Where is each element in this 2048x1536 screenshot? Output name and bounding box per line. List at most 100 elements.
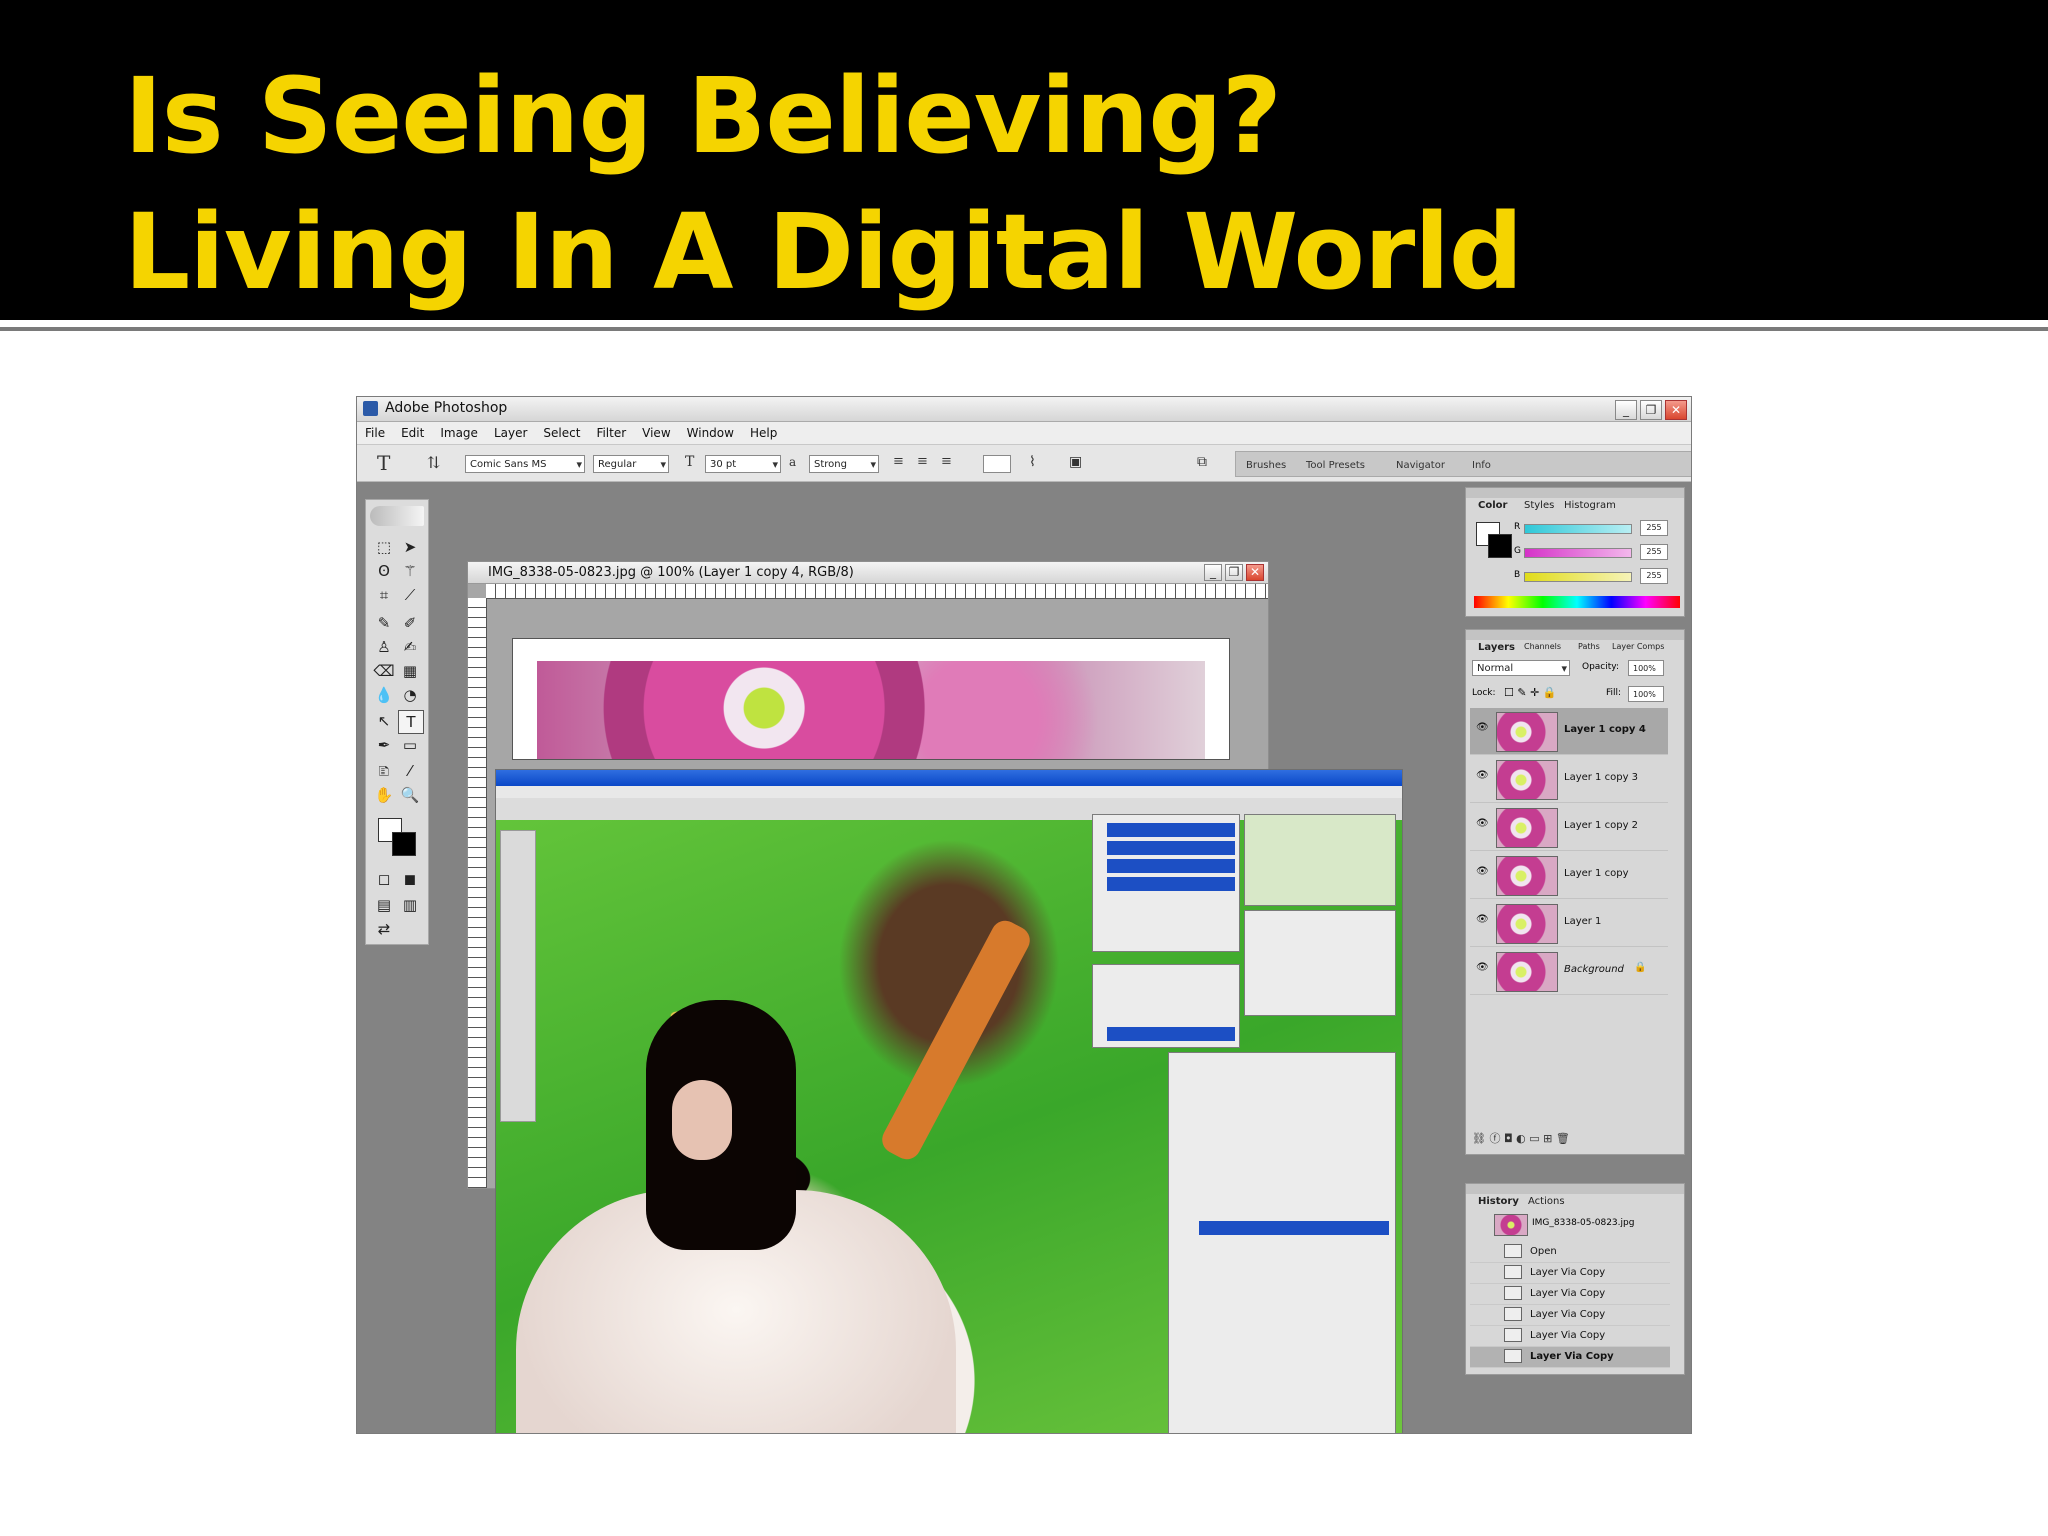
eraser-tool-icon[interactable]: ⌫ <box>372 660 396 682</box>
channel-g-slider[interactable] <box>1524 548 1632 558</box>
zoom-tool-icon[interactable]: 🔍 <box>398 784 422 806</box>
blur-tool-icon[interactable]: 💧 <box>372 684 396 706</box>
hand-tool-icon[interactable]: ✋ <box>372 784 396 806</box>
lasso-tool-icon[interactable]: ʘ <box>372 560 396 582</box>
text-color-swatch[interactable] <box>983 455 1011 473</box>
full-screen-mode-icon[interactable]: ▥ <box>398 894 422 916</box>
menu-select[interactable]: Select <box>543 426 580 440</box>
palettes-toggle-icon[interactable]: ▣ <box>1069 454 1082 470</box>
tab-history[interactable]: History <box>1478 1196 1519 1207</box>
blend-mode-select[interactable]: Normal <box>1472 660 1570 677</box>
tab-channels[interactable]: Channels <box>1524 642 1561 651</box>
well-tab-navigator[interactable]: Navigator <box>1396 460 1445 471</box>
layer-row[interactable]: 👁 Layer 1 copy 3 <box>1470 756 1668 803</box>
antialias-select[interactable]: Strong <box>809 455 879 474</box>
eye-icon[interactable]: 👁 <box>1476 962 1489 973</box>
align-left-icon[interactable]: ≡ <box>893 454 904 469</box>
opacity-field[interactable]: 100% <box>1628 660 1664 676</box>
eye-icon[interactable]: 👁 <box>1476 866 1489 877</box>
lock-icons[interactable]: ☐ ✎ ✛ 🔒 <box>1504 686 1556 699</box>
eye-icon[interactable]: 👁 <box>1476 770 1489 781</box>
marquee-tool-icon[interactable]: ⬚ <box>372 536 396 558</box>
fill-field[interactable]: 100% <box>1628 686 1664 702</box>
channel-b-value[interactable]: 255 <box>1640 568 1668 584</box>
eye-icon[interactable]: 👁 <box>1476 722 1489 733</box>
warp-text-icon[interactable]: ⌇ <box>1029 454 1036 470</box>
menu-help[interactable]: Help <box>750 426 777 440</box>
shape-tool-icon[interactable]: ▭ <box>398 734 422 756</box>
eye-icon[interactable]: 👁 <box>1476 914 1489 925</box>
history-step[interactable]: Layer Via Copy <box>1470 1284 1670 1305</box>
tab-styles[interactable]: Styles <box>1524 500 1554 511</box>
dodge-tool-icon[interactable]: ◔ <box>398 684 422 706</box>
doc-minimize-button[interactable]: _ <box>1204 564 1222 581</box>
background-color-swatch[interactable] <box>392 832 416 856</box>
eye-icon[interactable]: 👁 <box>1476 818 1489 829</box>
type-tool-icon[interactable]: T <box>377 451 390 475</box>
well-tab-tool-presets[interactable]: Tool Presets <box>1306 460 1365 471</box>
quick-mask-mode-icon[interactable]: ◼ <box>398 868 422 890</box>
restore-button[interactable]: ❐ <box>1640 400 1662 420</box>
channel-r-value[interactable]: 255 <box>1640 520 1668 536</box>
healing-brush-tool-icon[interactable]: ✎ <box>372 612 396 634</box>
notes-tool-icon[interactable]: 🗈 <box>372 760 396 782</box>
text-orientation-icon[interactable]: ⇅ <box>427 453 440 472</box>
gradient-tool-icon[interactable]: ▦ <box>398 660 422 682</box>
tab-layers[interactable]: Layers <box>1478 642 1515 653</box>
history-step[interactable]: Layer Via Copy <box>1470 1326 1670 1347</box>
slice-tool-icon[interactable]: ⟋ <box>398 584 422 606</box>
doc-restore-button[interactable]: ❐ <box>1225 564 1243 581</box>
channel-b-slider[interactable] <box>1524 572 1632 582</box>
layer-row[interactable]: 👁 Layer 1 copy 2 <box>1470 804 1668 851</box>
clone-stamp-tool-icon[interactable]: ♙ <box>372 636 396 658</box>
font-style-select[interactable]: Regular <box>593 455 669 474</box>
crop-tool-icon[interactable]: ⌗ <box>372 584 396 606</box>
tab-layer-comps[interactable]: Layer Comps <box>1612 642 1664 651</box>
document-canvas[interactable] <box>512 638 1230 760</box>
layer-row[interactable]: 👁 Layer 1 copy 4 <box>1470 708 1668 755</box>
standard-mode-icon[interactable]: ◻ <box>372 868 396 890</box>
channel-g-value[interactable]: 255 <box>1640 544 1668 560</box>
brush-tool-icon[interactable]: ✐ <box>398 612 422 634</box>
pen-tool-icon[interactable]: ✒ <box>372 734 396 756</box>
font-family-select[interactable]: Comic Sans MS <box>465 455 585 474</box>
layer-row[interactable]: 👁 Layer 1 copy <box>1470 852 1668 899</box>
history-step[interactable]: Layer Via Copy <box>1470 1263 1670 1284</box>
menu-view[interactable]: View <box>642 426 670 440</box>
layers-footer-icons[interactable]: ⛓ ⓕ ◘ ◐ ▭ ⊞ 🗑 <box>1472 1130 1678 1148</box>
path-selection-tool-icon[interactable]: ↖ <box>372 710 396 732</box>
history-step[interactable]: Open <box>1470 1242 1670 1263</box>
layer-row[interactable]: 👁 Background 🔒 <box>1470 948 1668 995</box>
menu-filter[interactable]: Filter <box>596 426 626 440</box>
well-tab-info[interactable]: Info <box>1472 460 1491 471</box>
jump-to-imageready-icon[interactable]: ⇄ <box>372 918 396 940</box>
file-browser-icon[interactable]: ⧉ <box>1197 454 1207 470</box>
history-brush-tool-icon[interactable]: ✍ <box>398 636 422 658</box>
font-size-select[interactable]: 30 pt <box>705 455 781 474</box>
layer-row[interactable]: 👁 Layer 1 <box>1470 900 1668 947</box>
magic-wand-tool-icon[interactable]: ⚚ <box>398 560 422 582</box>
menu-image[interactable]: Image <box>440 426 478 440</box>
menu-edit[interactable]: Edit <box>401 426 424 440</box>
tab-histogram[interactable]: Histogram <box>1564 500 1616 511</box>
well-tab-brushes[interactable]: Brushes <box>1246 460 1286 471</box>
close-button[interactable]: ✕ <box>1665 400 1687 420</box>
history-step[interactable]: Layer Via Copy <box>1470 1347 1670 1368</box>
tab-color[interactable]: Color <box>1478 500 1507 511</box>
menu-window[interactable]: Window <box>687 426 734 440</box>
tab-actions[interactable]: Actions <box>1528 1196 1565 1207</box>
move-tool-icon[interactable]: ➤ <box>398 536 422 558</box>
channel-r-slider[interactable] <box>1524 524 1632 534</box>
eyedropper-tool-icon[interactable]: ⁄ <box>398 760 422 782</box>
align-right-icon[interactable]: ≡ <box>941 454 952 469</box>
color-bg-swatch[interactable] <box>1488 534 1512 558</box>
align-center-icon[interactable]: ≡ <box>917 454 928 469</box>
menu-layer[interactable]: Layer <box>494 426 527 440</box>
snapshot-thumbnail[interactable] <box>1494 1214 1528 1236</box>
doc-close-button[interactable]: ✕ <box>1246 564 1264 581</box>
menu-file[interactable]: File <box>365 426 385 440</box>
minimize-button[interactable]: _ <box>1615 400 1637 420</box>
type-tool-selected-icon[interactable]: T <box>398 710 424 734</box>
screen-mode-icon[interactable]: ▤ <box>372 894 396 916</box>
color-ramp[interactable] <box>1474 596 1680 608</box>
